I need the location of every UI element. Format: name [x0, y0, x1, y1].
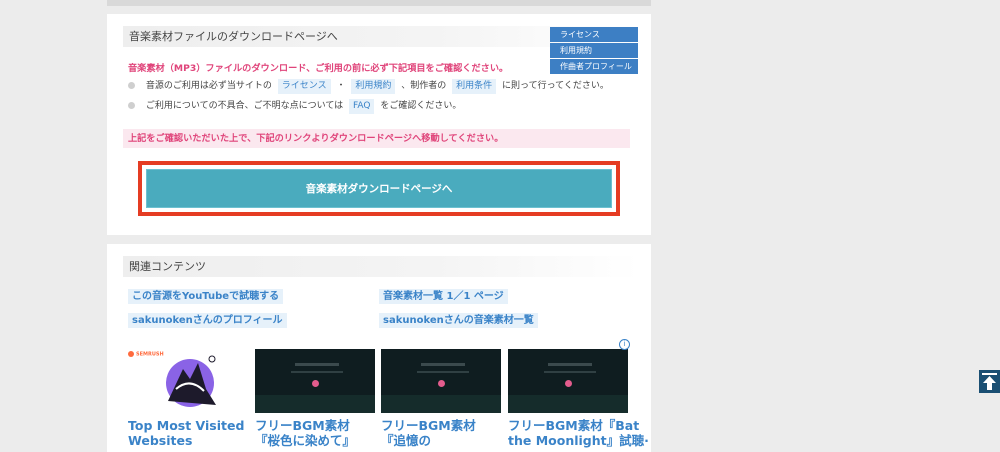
- material-list-link[interactable]: 音楽素材一覧 1／1 ページ: [379, 289, 508, 304]
- ad-title: フリーBGM素材 『桜色に染めて』: [255, 418, 356, 448]
- bullet-license: 音源のご利用は必ず当サイトの ライセンス ・ 利用規約 、制作者の 利用条件 に…: [128, 78, 609, 94]
- terms-button[interactable]: 利用規約: [550, 43, 638, 58]
- download-notice: 音楽素材（MP3）ファイルのダウンロード、ご利用の前に必ず下記項目をご確認くださ…: [128, 63, 509, 74]
- license-button[interactable]: ライセンス: [550, 27, 638, 42]
- ad-card[interactable]: フリーBGM素材『Bat the Moonlight』試聴·: [508, 349, 649, 448]
- bullet-faq: ご利用についての不具合、ご不明な点については FAQ をご確認ください。: [128, 98, 461, 114]
- side-nav: ライセンス 利用規約 作曲者プロフィール: [550, 27, 638, 75]
- video-thumbnail: [381, 349, 501, 413]
- ad-title: フリーBGM素材 『追憶の: [381, 418, 476, 448]
- profile-link[interactable]: sakunokenさんのプロフィール: [128, 313, 287, 328]
- section-heading: 関連コンテンツ: [123, 256, 639, 277]
- info-icon[interactable]: i: [619, 339, 630, 350]
- faq-link[interactable]: FAQ: [349, 99, 375, 114]
- arrow-up-icon: [982, 373, 997, 390]
- related-section: 関連コンテンツ この音源をYouTubeで試聴する 音楽素材一覧 1／1 ページ…: [107, 244, 651, 452]
- ad-image: SEMRUSH: [128, 349, 248, 413]
- ad-card[interactable]: フリーBGM素材 『追憶の: [381, 349, 501, 448]
- ad-illustration: [166, 355, 216, 407]
- ad-card[interactable]: SEMRUSH Top Most Visited Websites: [128, 349, 248, 448]
- youtube-link[interactable]: この音源をYouTubeで試聴する: [128, 289, 284, 304]
- page-top-button[interactable]: [979, 370, 1000, 393]
- check-icon: [128, 82, 135, 89]
- video-thumbnail: [255, 349, 375, 413]
- check-icon: [128, 102, 135, 109]
- ad-title: フリーBGM素材『Bat the Moonlight』試聴·: [508, 418, 649, 448]
- video-thumbnail: [508, 349, 628, 413]
- conditions-link[interactable]: 利用条件: [452, 79, 497, 94]
- confirm-notice: 上記をご確認いただいた上で、下記のリンクよりダウンロードページへ移動してください…: [123, 129, 630, 148]
- download-button-highlight: 音楽素材ダウンロードページへ: [138, 161, 620, 216]
- composer-profile-button[interactable]: 作曲者プロフィール: [550, 59, 638, 74]
- ad-card[interactable]: フリーBGM素材 『桜色に染めて』: [255, 349, 375, 448]
- license-link[interactable]: ライセンス: [277, 79, 331, 94]
- previous-panel-edge: [107, 0, 651, 6]
- terms-link[interactable]: 利用規約: [351, 79, 396, 94]
- author-materials-link[interactable]: sakunokenさんの音楽素材一覧: [379, 313, 538, 328]
- download-page-button[interactable]: 音楽素材ダウンロードページへ: [146, 169, 612, 208]
- ad-title: Top Most Visited Websites: [128, 418, 245, 448]
